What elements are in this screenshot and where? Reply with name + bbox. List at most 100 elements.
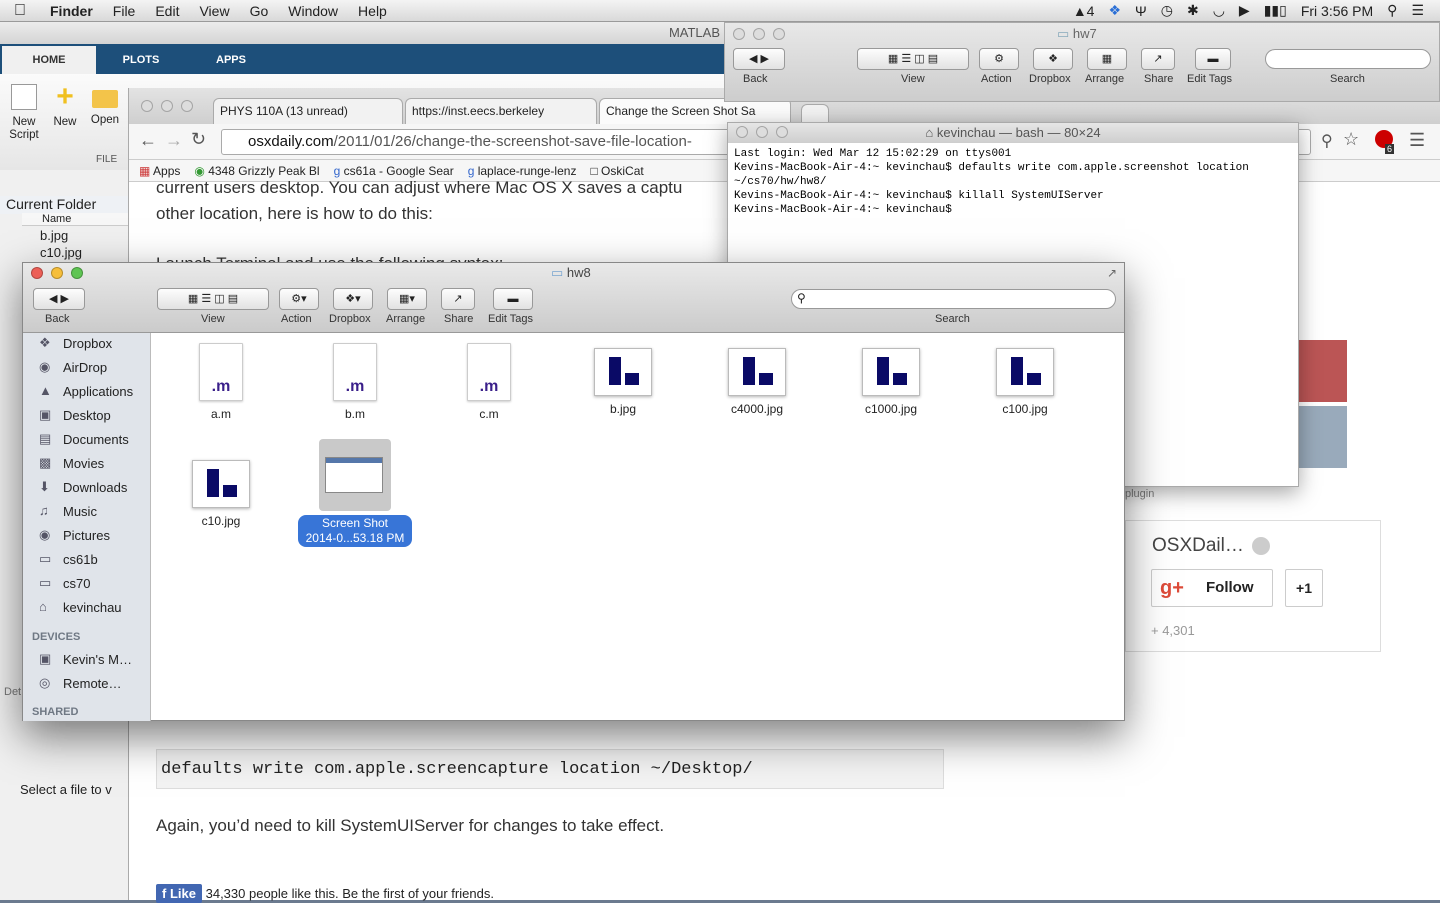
zoom-button[interactable]: [181, 100, 193, 112]
folder-file-item[interactable]: c10.jpg: [26, 245, 82, 260]
follow-button[interactable]: g+ Follow: [1151, 569, 1273, 607]
share-button[interactable]: ↗: [1141, 48, 1175, 70]
dropbox-button[interactable]: ❖: [1033, 48, 1073, 70]
sidebar-item-applications[interactable]: ▲ Applications: [39, 383, 133, 399]
file-item[interactable]: c100.jpg: [965, 343, 1085, 416]
zoom-button[interactable]: [71, 267, 83, 279]
menu-help[interactable]: Help: [348, 3, 397, 19]
sidebar-item-airdrop[interactable]: ◉ AirDrop: [39, 359, 107, 375]
open-button[interactable]: Open: [88, 84, 122, 127]
zoom-icon[interactable]: ⚲: [1321, 131, 1333, 151]
file-item[interactable]: .m b.m: [295, 343, 415, 421]
chrome-tab[interactable]: https://inst.eecs.berkeley: [405, 98, 597, 124]
menu-go[interactable]: Go: [240, 3, 279, 19]
fullscreen-icon[interactable]: ↗: [1107, 266, 1117, 280]
profile-photo[interactable]: [1299, 340, 1347, 402]
gplus-page-title[interactable]: OSXDail…: [1152, 535, 1244, 557]
notification-center-icon[interactable]: ☰: [1411, 2, 1424, 19]
file-item[interactable]: c1000.jpg: [831, 343, 951, 416]
bookmark-item[interactable]: g laplace-runge-lenz: [468, 164, 577, 178]
new-button[interactable]: + New: [50, 82, 80, 129]
sidebar-item-movies[interactable]: ▩ Movies: [39, 455, 104, 471]
zoom-button[interactable]: [773, 28, 785, 40]
edit-tags-button[interactable]: ▬: [493, 288, 533, 310]
action-button[interactable]: ⚙: [979, 48, 1019, 70]
battery-icon[interactable]: ▮▮▯: [1264, 2, 1287, 19]
sidebar-item-music[interactable]: ♫ Music: [39, 503, 97, 519]
back-forward-button[interactable]: ◀ ▶: [733, 48, 785, 70]
file-item[interactable]: c10.jpg: [161, 455, 281, 528]
bookmark-item[interactable]: □ OskiCat: [590, 164, 643, 178]
menu-icon[interactable]: ☰: [1409, 130, 1425, 151]
forward-icon[interactable]: →: [165, 130, 183, 151]
sidebar-item-home[interactable]: ⌂ kevinchau: [39, 599, 122, 615]
new-script-button[interactable]: New Script: [6, 84, 42, 142]
plus-one-button[interactable]: +1: [1285, 569, 1323, 607]
bookmark-apps[interactable]: ▦ Apps: [139, 164, 180, 178]
edit-tags-button[interactable]: ▬: [1195, 48, 1231, 70]
bluetooth-icon[interactable]: ✱: [1187, 2, 1199, 19]
chrome-tab[interactable]: PHYS 110A (13 unread): [213, 98, 403, 124]
folder-file-item[interactable]: b.jpg: [26, 228, 68, 243]
bookmark-item[interactable]: ◉ 4348 Grizzly Peak Bl: [194, 164, 319, 178]
reload-icon[interactable]: ↻: [191, 129, 206, 150]
file-item[interactable]: c4000.jpg: [697, 343, 817, 416]
menu-window[interactable]: Window: [278, 3, 348, 19]
menu-edit[interactable]: Edit: [145, 3, 189, 19]
back-forward-button[interactable]: ◀ ▶: [33, 288, 85, 310]
adobe-status-icon[interactable]: ▲4: [1073, 3, 1095, 19]
minimize-button[interactable]: [51, 267, 63, 279]
sidebar-item-desktop[interactable]: ▣ Desktop: [39, 407, 111, 423]
dropbox-status-icon[interactable]: ❖: [1108, 2, 1121, 19]
share-button[interactable]: ↗: [441, 288, 475, 310]
sidebar-item-downloads[interactable]: ⬇ Downloads: [39, 479, 127, 495]
file-item[interactable]: .m a.m: [161, 343, 281, 421]
back-icon[interactable]: ←: [139, 130, 157, 151]
menu-view[interactable]: View: [189, 3, 239, 19]
zoom-button[interactable]: [776, 126, 788, 138]
sidebar-item-macbook[interactable]: ▣ Kevin's M…: [39, 651, 132, 667]
sidebar-item-remote-disc[interactable]: ◎ Remote…: [39, 675, 122, 691]
close-button[interactable]: [733, 28, 745, 40]
file-item[interactable]: .m c.m: [429, 343, 549, 421]
tab-home[interactable]: HOME: [2, 46, 96, 74]
view-mode-buttons[interactable]: ▦ ☰ ◫ ▤: [157, 288, 269, 310]
minimize-button[interactable]: [161, 100, 173, 112]
apple-menu-icon[interactable]: : [0, 2, 40, 20]
action-button[interactable]: ⚙▾: [279, 288, 319, 310]
sidebar-item-cs70[interactable]: ▭ cs70: [39, 575, 90, 591]
profile-photo[interactable]: [1299, 406, 1347, 468]
close-button[interactable]: [736, 126, 748, 138]
view-buttons[interactable]: ▦ ☰ ◫ ▤: [857, 48, 969, 70]
volume-icon[interactable]: ▶: [1239, 2, 1250, 19]
tab-plots[interactable]: PLOTS: [96, 46, 186, 74]
bookmark-item[interactable]: g cs61a - Google Sear: [334, 164, 454, 178]
new-tab-button[interactable]: [801, 104, 829, 124]
minimize-button[interactable]: [756, 126, 768, 138]
time-machine-icon[interactable]: ◷: [1161, 2, 1173, 19]
menu-app-name[interactable]: Finder: [40, 3, 103, 19]
terminal-output[interactable]: Last login: Wed Mar 12 15:02:29 on ttys0…: [728, 143, 1298, 221]
file-item-selected[interactable]: Screen Shot 2014-0...53.18 PM: [295, 439, 415, 547]
name-column-header[interactable]: Name: [22, 213, 128, 226]
spotlight-icon[interactable]: ⚲: [1387, 2, 1397, 19]
search-input[interactable]: ⚲: [791, 289, 1116, 309]
sidebar-item-dropbox[interactable]: ❖ Dropbox: [39, 335, 112, 351]
menu-file[interactable]: File: [103, 3, 146, 19]
search-input[interactable]: [1265, 49, 1431, 69]
close-button[interactable]: [141, 100, 153, 112]
sidebar-item-cs61b[interactable]: ▭ cs61b: [39, 551, 98, 567]
dropbox-button[interactable]: ❖▾: [333, 288, 373, 310]
tab-apps[interactable]: APPS: [186, 46, 276, 74]
arrange-button[interactable]: ▦▾: [387, 288, 427, 310]
sidebar-item-documents[interactable]: ▤ Documents: [39, 431, 129, 447]
clock[interactable]: Fri 3:56 PM: [1301, 3, 1373, 19]
wifi-icon[interactable]: ◡: [1213, 2, 1225, 19]
antenna-status-icon[interactable]: Ψ: [1135, 3, 1147, 19]
facebook-like-button[interactable]: f Like: [156, 884, 202, 903]
file-item[interactable]: b.jpg: [563, 343, 683, 416]
arrange-button[interactable]: ▦: [1087, 48, 1127, 70]
star-icon[interactable]: ☆: [1343, 129, 1359, 150]
minimize-button[interactable]: [753, 28, 765, 40]
close-button[interactable]: [31, 267, 43, 279]
